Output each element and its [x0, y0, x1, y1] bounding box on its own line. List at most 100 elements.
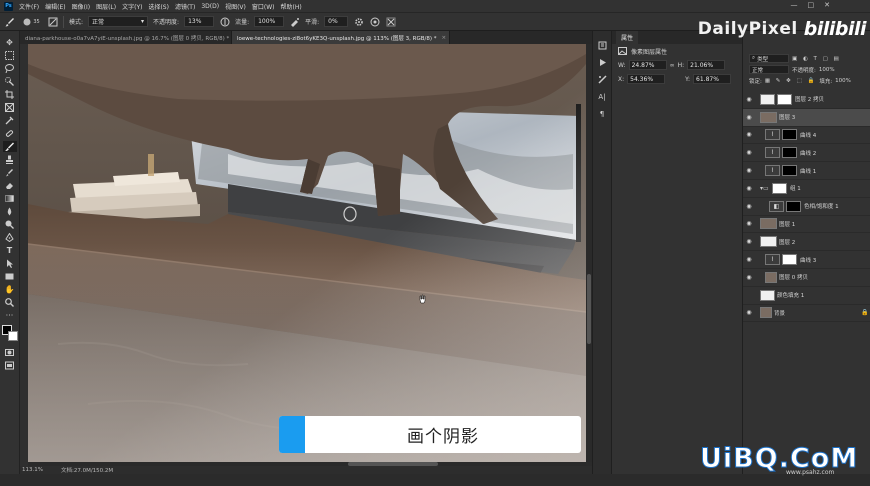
opacity-field[interactable]: 13% [184, 16, 215, 27]
filter-icons[interactable]: ▣ ◐ T ▢ ▤ [792, 56, 841, 62]
eye-icon[interactable]: ◉ [743, 149, 755, 156]
x-field[interactable]: 54.36% [627, 74, 666, 84]
eye-icon[interactable]: ◉ [743, 238, 755, 245]
eye-icon[interactable]: ◉ [743, 185, 755, 192]
document-canvas[interactable] [28, 44, 586, 462]
brush-settings-icon[interactable] [47, 16, 58, 27]
crop-tool-icon[interactable] [3, 89, 17, 100]
eye-icon[interactable]: ◉ [743, 131, 755, 138]
eye-icon[interactable]: ◉ [743, 274, 755, 281]
history-panel-icon[interactable] [597, 41, 607, 50]
close-window-button[interactable]: ✕ [824, 1, 830, 9]
healing-brush-tool-icon[interactable] [3, 128, 17, 139]
menu-select[interactable]: 选择(S) [148, 2, 169, 11]
link-icon[interactable]: ∞ [670, 62, 675, 69]
layer-filter-select[interactable]: ⌕ 类型 [749, 54, 789, 63]
menu-layer[interactable]: 图层(L) [96, 2, 116, 11]
eye-icon[interactable]: ◉ [743, 96, 755, 103]
tab-diana-parkhouse[interactable]: diana-parkhouse-o0a7vA7yiE-unsplash.jpg … [20, 31, 232, 44]
adjustments-panel-icon[interactable] [597, 75, 607, 84]
tab-loewe-technologies[interactable]: loewe-technologies-zi8ot6yKE3Q-unsplash.… [232, 31, 450, 44]
symmetry-icon[interactable] [385, 16, 396, 27]
menu-help[interactable]: 帮助(H) [281, 2, 302, 11]
layer-row[interactable]: ◉ 图层 0 拷贝 [743, 269, 870, 287]
menu-type[interactable]: 文字(Y) [122, 2, 142, 11]
gear-icon[interactable] [353, 16, 364, 27]
minimize-button[interactable]: — [791, 1, 798, 9]
eyedropper-tool-icon[interactable] [3, 115, 17, 126]
pen-tool-icon[interactable] [3, 232, 17, 243]
menu-view[interactable]: 视图(V) [225, 2, 246, 11]
pressure-size-icon[interactable] [369, 16, 380, 27]
brush-preset-picker[interactable]: 35 [20, 16, 42, 27]
brush-tool-icon[interactable] [4, 16, 15, 27]
eye-icon[interactable]: ◉ [743, 167, 755, 174]
layer-row[interactable]: ◉ ▾▭ 组 1 [743, 180, 870, 198]
eye-icon[interactable]: ◉ [743, 114, 755, 121]
properties-tab[interactable]: 属性 [616, 31, 639, 44]
layer-row[interactable]: 颜色填充 1 [743, 287, 870, 305]
layer-row[interactable]: ◉ 图层 1 [743, 216, 870, 234]
airbrush-icon[interactable] [289, 16, 300, 27]
layer-opacity-value[interactable]: 100% [819, 67, 835, 73]
marquee-tool-icon[interactable] [3, 50, 17, 61]
close-icon[interactable]: × [441, 35, 446, 41]
menu-filter[interactable]: 滤镜(T) [175, 2, 195, 11]
scroll-thumb[interactable] [587, 274, 591, 344]
layer-row[interactable]: ◉ 背景 🔒 [743, 305, 870, 323]
menu-edit[interactable]: 编辑(E) [45, 2, 65, 11]
menu-3d[interactable]: 3D(D) [201, 3, 219, 10]
layer-row[interactable]: ◉ 图层 3 [743, 108, 870, 127]
height-field[interactable]: 21.06% [687, 60, 726, 70]
dodge-tool-icon[interactable] [3, 219, 17, 230]
fill-value[interactable]: 100% [835, 78, 851, 84]
maximize-button[interactable]: □ [808, 1, 815, 9]
width-field[interactable]: 24.87% [628, 60, 667, 70]
background-color[interactable] [7, 331, 18, 341]
layer-row[interactable]: ◉ ◧ 色相/饱和度 1 [743, 198, 870, 216]
frame-tool-icon[interactable] [3, 102, 17, 113]
layer-row[interactable]: ◉ 图层 2 拷贝 [743, 91, 870, 109]
character-panel-icon[interactable]: A| [597, 92, 607, 101]
type-tool-icon[interactable]: T [3, 245, 17, 256]
zoom-tool-icon[interactable] [3, 297, 17, 308]
eye-icon[interactable]: ◉ [743, 203, 755, 210]
layer-row[interactable]: ◉ ⌇ 曲线 2 [743, 144, 870, 163]
actions-panel-icon[interactable] [597, 58, 607, 67]
layer-row[interactable]: ◉ ⌇ 曲线 1 [743, 162, 870, 180]
y-field[interactable]: 61.87% [693, 74, 732, 84]
folder-icon[interactable]: ▾▭ [760, 185, 770, 192]
move-tool-icon[interactable]: ✥ [3, 37, 17, 48]
blur-tool-icon[interactable] [3, 206, 17, 217]
eye-icon[interactable]: ◉ [743, 256, 755, 263]
more-tools-icon[interactable]: ··· [3, 310, 17, 321]
quick-mask-icon[interactable] [3, 347, 17, 358]
layer-row[interactable]: ◉ ⌇ 曲线 4 [743, 127, 870, 145]
eraser-tool-icon[interactable] [3, 180, 17, 191]
zoom-readout[interactable]: 113.1% [22, 467, 43, 473]
pressure-opacity-icon[interactable] [219, 16, 230, 27]
menu-file[interactable]: 文件(F) [19, 2, 39, 11]
history-brush-tool-icon[interactable] [3, 167, 17, 178]
lasso-tool-icon[interactable] [3, 63, 17, 74]
clone-stamp-tool-icon[interactable] [3, 154, 17, 165]
flow-field[interactable]: 100% [254, 16, 285, 27]
hand-tool-icon[interactable]: ✋ [3, 284, 17, 295]
screen-mode-icon[interactable] [3, 360, 17, 371]
menu-window[interactable]: 窗口(W) [252, 2, 275, 11]
path-select-tool-icon[interactable] [3, 258, 17, 269]
eye-icon[interactable]: ◉ [743, 309, 755, 316]
paragraph-panel-icon[interactable]: ¶ [597, 109, 607, 118]
layer-row[interactable]: ◉ 图层 2 [743, 233, 870, 252]
layer-row[interactable]: ◉ ⌇ 曲线 3 [743, 251, 870, 269]
menu-image[interactable]: 图像(I) [72, 2, 90, 11]
gradient-tool-icon[interactable] [3, 193, 17, 204]
blend-mode-select[interactable]: 正常 [749, 65, 789, 74]
lock-icons[interactable]: ▦ ✎ ✥ ⬚ 🔒 [765, 78, 816, 84]
eye-icon[interactable]: ◉ [743, 220, 755, 227]
color-swatches[interactable] [1, 325, 18, 341]
quick-select-tool-icon[interactable] [3, 76, 17, 87]
rectangle-tool-icon[interactable] [3, 271, 17, 282]
mode-select[interactable]: 正常 ▾ [88, 16, 149, 27]
smooth-field[interactable]: 0% [324, 16, 349, 27]
